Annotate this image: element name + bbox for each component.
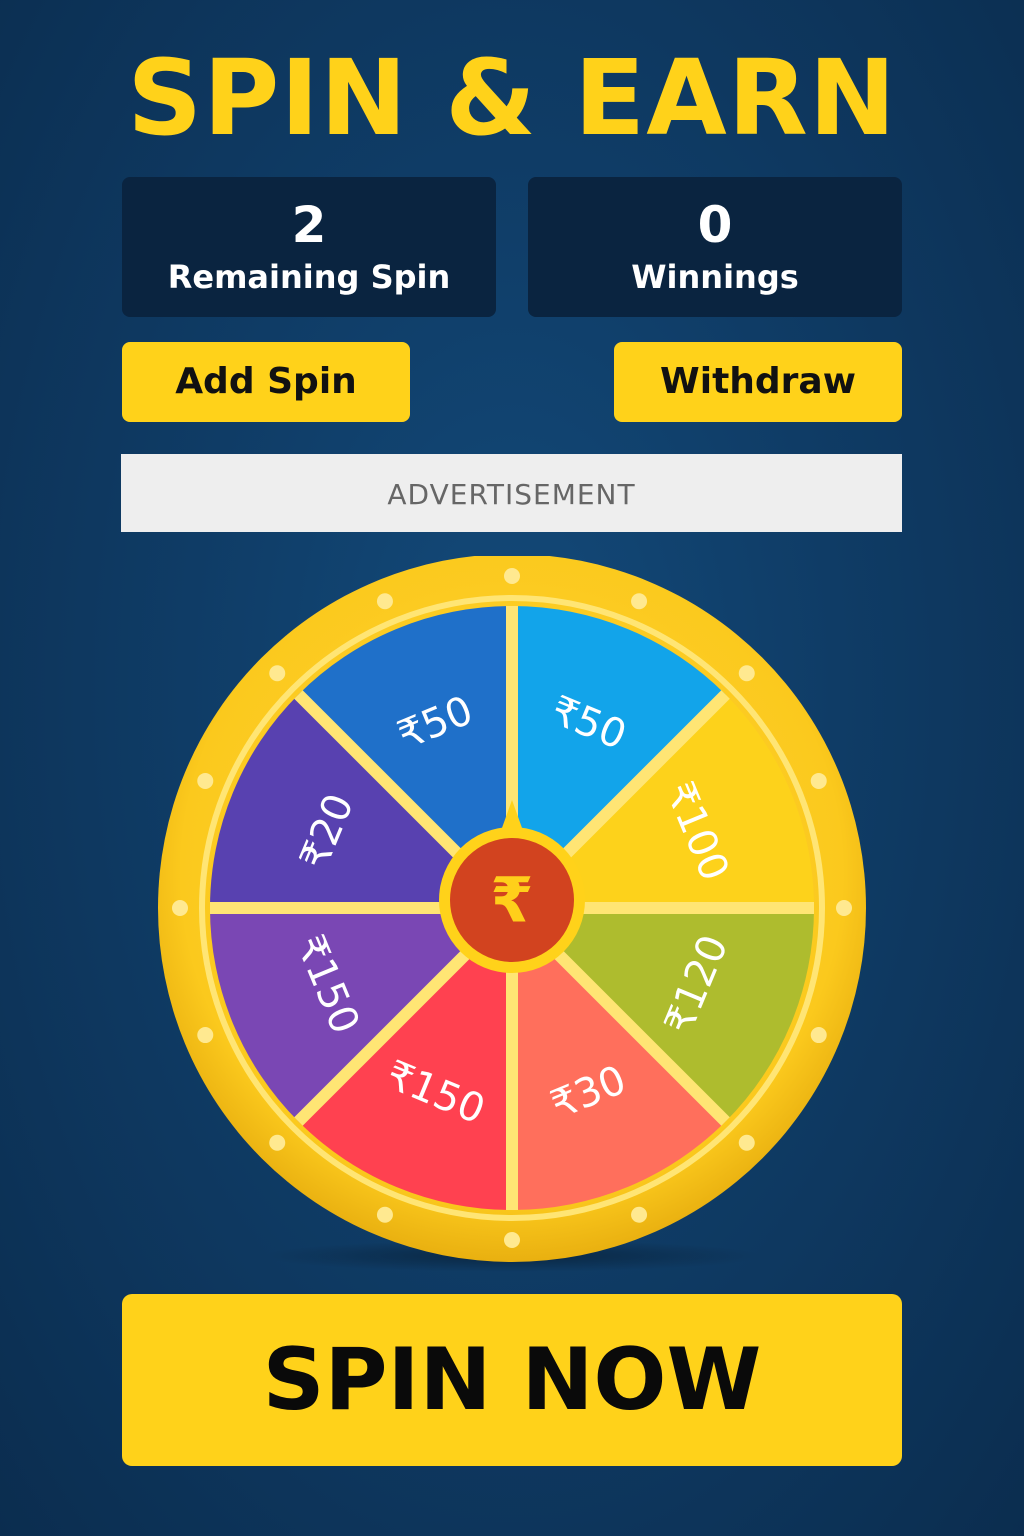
spin-now-button[interactable]: SPIN NOW xyxy=(122,1294,902,1466)
advertisement-banner[interactable]: ADVERTISEMENT xyxy=(121,454,902,532)
wheel-rim-dot xyxy=(504,1232,520,1248)
remaining-spin-count: 2 xyxy=(291,196,327,254)
wheel-rim-dot xyxy=(810,1027,827,1044)
wheel-rim-dot xyxy=(631,593,648,610)
winnings-amount: 0 xyxy=(697,196,733,254)
wheel-rim-dot xyxy=(269,665,286,682)
wheel-rim-dot xyxy=(376,1206,393,1223)
wheel-rim-dot xyxy=(376,593,393,610)
wheel-rim-dot xyxy=(269,1134,286,1151)
prize-wheel[interactable]: ₹50₹100₹120₹30₹150₹150₹20₹50 ₹ xyxy=(152,556,872,1276)
wheel-rim-dot xyxy=(631,1206,648,1223)
add-spin-button[interactable]: Add Spin xyxy=(122,342,410,422)
rupee-icon: ₹ xyxy=(490,864,533,937)
wheel-rim-dot xyxy=(738,1134,755,1151)
winnings-label: Winnings xyxy=(631,258,799,296)
wheel-rim-dot xyxy=(172,900,188,916)
wheel-rim-dot xyxy=(810,772,827,789)
page-title: SPIN & EARN xyxy=(127,37,897,159)
winnings-card: 0 Winnings xyxy=(528,177,902,317)
wheel-rim-dot xyxy=(836,900,852,916)
wheel-rim-dot xyxy=(197,1027,214,1044)
wheel-rim-dot xyxy=(504,568,520,584)
wheel-rim-dot xyxy=(738,665,755,682)
wheel-rim-dot xyxy=(197,772,214,789)
withdraw-button[interactable]: Withdraw xyxy=(614,342,902,422)
remaining-spin-label: Remaining Spin xyxy=(167,258,451,296)
remaining-spin-card: 2 Remaining Spin xyxy=(122,177,496,317)
